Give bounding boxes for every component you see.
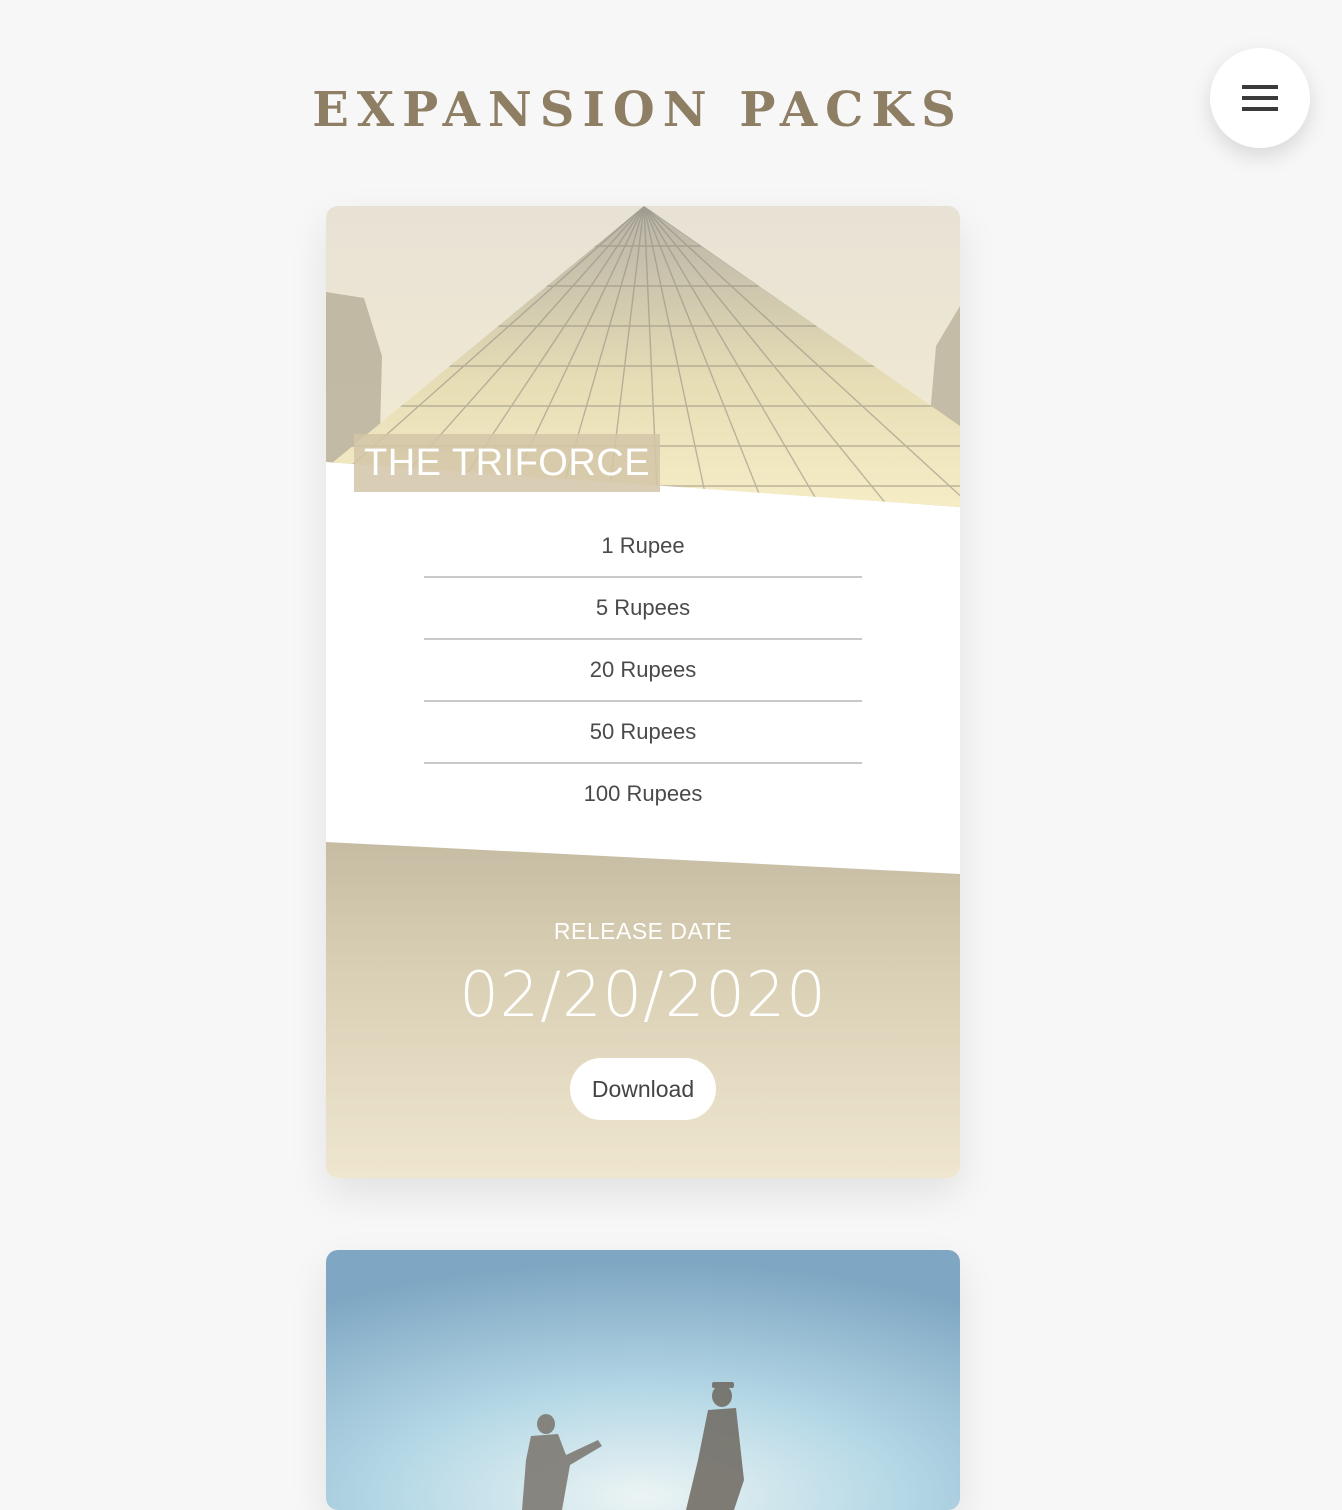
- card-title: THE TRIFORCE: [364, 441, 651, 484]
- price-list: 1 Rupee 5 Rupees 20 Rupees 50 Rupees 100…: [424, 516, 862, 826]
- expansion-card: [326, 1250, 960, 1510]
- price-option[interactable]: 20 Rupees: [424, 640, 862, 702]
- release-date-label: RELEASE DATE: [553, 918, 733, 944]
- menu-button[interactable]: [1210, 48, 1310, 148]
- release-date-value: 02/20/2020: [459, 958, 827, 1031]
- download-button[interactable]: Download: [570, 1058, 716, 1120]
- hamburger-menu-icon: [1242, 85, 1278, 111]
- price-option[interactable]: 5 Rupees: [424, 578, 862, 640]
- expansion-card: THE TRIFORCE 1 Rupee 5 Rupees 20 Rupees …: [326, 206, 960, 1178]
- card-title-box: THE TRIFORCE: [354, 434, 661, 492]
- sky-silhouettes-photo: [326, 1250, 960, 1510]
- page-title: EXPANSION PACKS: [312, 82, 964, 138]
- price-option[interactable]: 100 Rupees: [424, 764, 862, 826]
- price-option[interactable]: 1 Rupee: [424, 516, 862, 578]
- price-option[interactable]: 50 Rupees: [424, 702, 862, 764]
